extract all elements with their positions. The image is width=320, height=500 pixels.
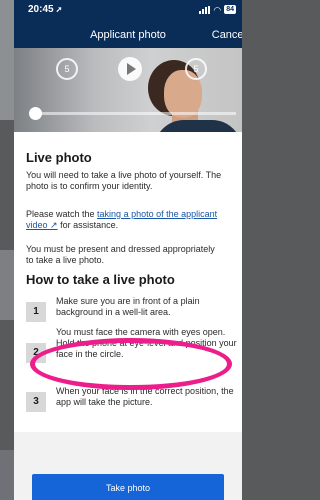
- rewind-5-icon[interactable]: 5: [56, 58, 78, 80]
- status-bar: 20:45 ➚ ◠ 84: [14, 0, 242, 22]
- step-text: You must face the camera with eyes open.…: [56, 327, 237, 359]
- status-icons: ◠ 84: [199, 5, 236, 14]
- take-photo-button[interactable]: Take photo: [32, 474, 224, 500]
- background-window-strip: [0, 0, 14, 120]
- signal-icon: [199, 5, 211, 14]
- app-header: Applicant photo Cancel: [14, 22, 242, 48]
- instructions-content: Live photo You will need to take a live …: [14, 132, 242, 500]
- step-text: Make sure you are in front of a plain ba…: [56, 296, 200, 317]
- phone-screen: 20:45➚ ◠ 84 Applicant photo Cancel 5 5 L…: [14, 0, 242, 500]
- video-player[interactable]: 5 5: [14, 48, 242, 132]
- video-person-shoulder: [154, 120, 242, 132]
- play-icon[interactable]: [118, 57, 142, 81]
- live-photo-heading: Live photo: [26, 150, 92, 165]
- step-text: When your face is in the correct positio…: [56, 386, 234, 407]
- action-footer: Take photo: [14, 432, 242, 500]
- assistance-prefix: Please watch the: [26, 209, 98, 219]
- status-time: 20:45 ➚: [28, 4, 63, 15]
- page-title: Applicant photo: [90, 29, 166, 41]
- dress-requirement-line1: You must be present and dressed appropri…: [26, 244, 215, 254]
- step-number-badge: 2: [26, 343, 46, 363]
- dress-requirement-line2: to take a live photo.: [26, 255, 105, 265]
- step-number-badge: 1: [26, 302, 46, 322]
- wifi-icon: ◠: [213, 4, 222, 15]
- how-to-heading: How to take a live photo: [26, 272, 175, 287]
- forward-5-icon[interactable]: 5: [185, 58, 207, 80]
- seek-track[interactable]: [36, 112, 236, 115]
- external-link-icon: ↗: [50, 220, 58, 230]
- cancel-button[interactable]: Cancel: [212, 29, 242, 41]
- live-photo-intro: You will need to take a live photo of yo…: [26, 170, 222, 191]
- step-number-badge: 3: [26, 392, 46, 412]
- battery-icon: 84: [224, 5, 236, 14]
- video-assistance-text: Please watch the taking a photo of the a…: [26, 209, 236, 231]
- background-window-strip: [0, 250, 14, 320]
- assistance-suffix: for assistance.: [57, 220, 119, 230]
- background-window-strip: [0, 450, 14, 500]
- seek-knob[interactable]: [29, 107, 42, 120]
- location-arrow-icon: ➚: [55, 5, 63, 14]
- dress-requirement-text: You must be present and dressed appropri…: [26, 244, 242, 266]
